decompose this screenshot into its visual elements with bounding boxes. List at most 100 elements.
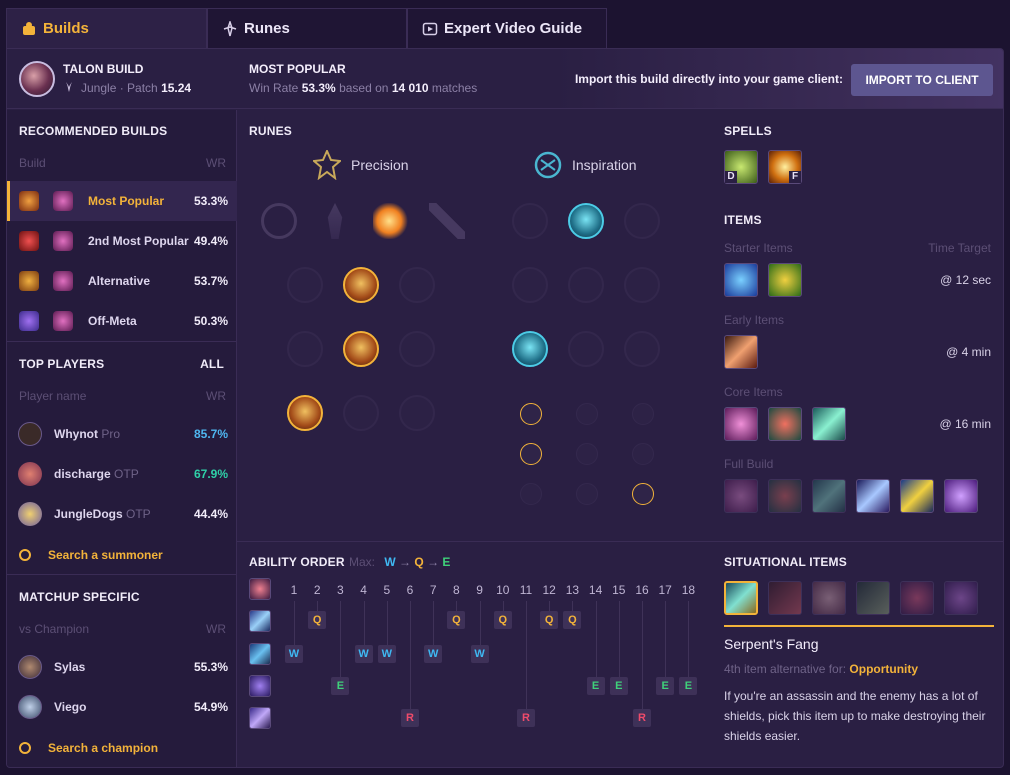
shard-move-speed[interactable]: [576, 443, 598, 465]
level-number: 15: [612, 583, 626, 597]
spell-smite[interactable]: D: [724, 150, 758, 184]
builds-icon: [23, 22, 35, 35]
item-hubris[interactable]: [812, 479, 846, 513]
shard-base-health[interactable]: [520, 483, 542, 505]
situational-item[interactable]: [900, 581, 934, 615]
item-opportunity[interactable]: [724, 479, 758, 513]
tab-runes[interactable]: Runes: [207, 8, 407, 48]
level-guide-line: [456, 601, 458, 611]
rune-approach-velocity[interactable]: [568, 331, 604, 367]
level-number: 17: [658, 583, 672, 597]
rune-triumph[interactable]: [343, 267, 379, 303]
arrow-icon: →: [427, 555, 443, 569]
spell-key-d: D: [725, 171, 737, 183]
level-guide-line: [665, 601, 667, 677]
core-time: @ 16 min: [939, 417, 991, 431]
search-champion-link[interactable]: Search a champion: [48, 741, 158, 755]
keystone-conqueror[interactable]: [429, 203, 465, 239]
item-selected-underline: [724, 625, 994, 627]
rune-cash-back[interactable]: [624, 203, 660, 239]
rune-legend-haste[interactable]: [343, 331, 379, 367]
tab-video-guide[interactable]: Expert Video Guide: [407, 8, 607, 48]
item-edge-of-night[interactable]: [900, 479, 934, 513]
level-guide-line: [479, 601, 481, 645]
role-label: Jungle: [81, 81, 117, 95]
shard-adaptive-force[interactable]: [520, 443, 542, 465]
item-health-potion[interactable]: [768, 263, 802, 297]
player-row[interactable]: JungleDogs OTP 44.4%: [7, 494, 237, 534]
shard-adaptive-force[interactable]: [520, 403, 542, 425]
skill-point-e: E: [331, 677, 350, 695]
item-hubris[interactable]: [812, 407, 846, 441]
build-option-2nd-most-popular[interactable]: 2nd Most Popular 49.4%: [7, 221, 237, 261]
top-players-all-link[interactable]: ALL: [200, 357, 224, 371]
matchup-champion-name: Sylas: [54, 660, 86, 674]
skill-point-w: W: [354, 645, 373, 663]
rune-jack-of-all-trades[interactable]: [624, 331, 660, 367]
full-build-label: Full Build: [724, 457, 774, 471]
shard-attack-speed[interactable]: [576, 403, 598, 425]
build-col-header: Build: [19, 156, 46, 170]
level-guide-line: [595, 601, 597, 677]
build-option-off-meta[interactable]: Off-Meta 50.3%: [7, 301, 237, 341]
spell-flash[interactable]: F: [768, 150, 802, 184]
situational-item[interactable]: [768, 581, 802, 615]
player-row[interactable]: Whynot Pro 85.7%: [7, 414, 237, 454]
winrate-value: 53.3%: [301, 81, 336, 95]
rune-presence-of-mind[interactable]: [399, 267, 435, 303]
item-mobility-boots[interactable]: [768, 407, 802, 441]
rune-cosmic-insight[interactable]: [512, 331, 548, 367]
build-option-most-popular[interactable]: Most Popular 53.3%: [7, 181, 237, 221]
item-serpents-fang[interactable]: [724, 581, 758, 615]
tab-builds[interactable]: Builds: [6, 8, 207, 48]
import-to-client-button[interactable]: IMPORT TO CLIENT: [851, 64, 993, 96]
rune-legend-alacrity[interactable]: [287, 331, 323, 367]
max-first: W: [384, 555, 396, 569]
keystone-fleet-footwork[interactable]: [373, 203, 409, 239]
tab-video-guide-label: Expert Video Guide: [444, 20, 583, 37]
shard-tenacity[interactable]: [576, 483, 598, 505]
item-axiom-arc[interactable]: [856, 479, 890, 513]
shard-health-scaling[interactable]: [632, 443, 654, 465]
rune-cut-down[interactable]: [343, 395, 379, 431]
primary-tree-label: Precision: [351, 157, 409, 173]
keystone-press-the-attack[interactable]: [261, 203, 297, 239]
build-option-alternative[interactable]: Alternative 53.7%: [7, 261, 237, 301]
winrate-label: Win Rate: [249, 81, 299, 95]
search-summoner-link[interactable]: Search a summoner: [48, 548, 163, 562]
keystone-lethal-tempo[interactable]: [327, 203, 343, 239]
rune-coup-de-grace[interactable]: [287, 395, 323, 431]
role-patch: Jungle · Patch 15.24: [81, 81, 192, 95]
shard-ability-haste[interactable]: [632, 403, 654, 425]
e-ability-icon: [249, 675, 271, 697]
winrate-summary: Win Rate 53.3% based on 14 010 matches: [249, 81, 477, 95]
item-serrated-dirk[interactable]: [724, 335, 758, 369]
situational-item[interactable]: [944, 581, 978, 615]
level-number: 4: [360, 583, 367, 597]
player-tag: OTP: [114, 467, 139, 481]
player-row[interactable]: discharge OTP 67.9%: [7, 454, 237, 494]
rune-magical-footwear[interactable]: [568, 203, 604, 239]
item-serylda[interactable]: [944, 479, 978, 513]
skill-point-q: Q: [493, 611, 512, 629]
level-guide-line: [363, 601, 365, 645]
matchup-row[interactable]: Sylas 55.3%: [7, 647, 237, 687]
item-icon: [53, 191, 73, 211]
item-opportunity[interactable]: [724, 407, 758, 441]
rune-absorb-life[interactable]: [287, 267, 323, 303]
situational-item[interactable]: [812, 581, 846, 615]
situational-item[interactable]: [856, 581, 890, 615]
rune-biscuit-delivery[interactable]: [624, 267, 660, 303]
item-mobility-boots[interactable]: [768, 479, 802, 513]
rune-last-stand[interactable]: [399, 395, 435, 431]
player-avatar: [18, 502, 42, 526]
rune-triple-tonic[interactable]: [512, 267, 548, 303]
level-number: 12: [542, 583, 556, 597]
matchup-row[interactable]: Viego 54.9%: [7, 687, 237, 727]
spells-title: SPELLS: [724, 124, 772, 138]
shard-health-scaling[interactable]: [632, 483, 654, 505]
rune-time-warp-tonic[interactable]: [568, 267, 604, 303]
rune-hextech-flashtraption[interactable]: [512, 203, 548, 239]
rune-legend-bloodline[interactable]: [399, 331, 435, 367]
item-scorchclaw-pup[interactable]: [724, 263, 758, 297]
